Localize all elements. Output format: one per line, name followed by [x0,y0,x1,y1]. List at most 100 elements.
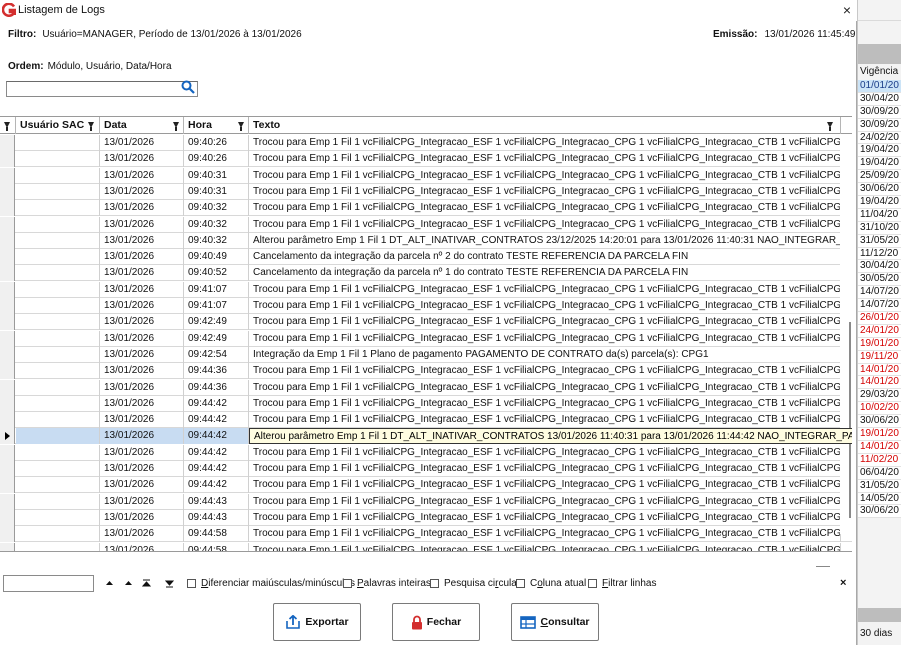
cell-texto[interactable]: Cancelamento da integração da parcela nº… [249,265,841,282]
cell-hora[interactable]: 09:40:26 [184,151,249,168]
cell-usuario[interactable] [16,346,100,363]
cell-data[interactable]: 13/01/2026 [100,151,184,168]
cell-data[interactable]: 13/01/2026 [100,526,184,543]
table-row[interactable]: 13/01/2026 09:44:42 Alterou parâmetro Emp … [0,428,852,445]
row-indicator[interactable] [0,216,15,233]
consult-button[interactable]: Consultar [511,603,599,641]
find-last-icon[interactable] [165,577,174,589]
cell-data[interactable]: 13/01/2026 [100,412,184,429]
cell-usuario[interactable] [16,216,100,233]
column-header-texto[interactable]: Texto [249,117,841,134]
table-row[interactable]: 13/01/2026 09:40:31 Trocou para Emp 1 Fil … [0,167,852,184]
whole-words-label[interactable]: Palavras inteiras [357,578,431,589]
cell-usuario[interactable] [16,151,100,168]
funnel-icon[interactable] [88,122,94,131]
cell-data[interactable]: 13/01/2026 [100,135,184,151]
cell-hora[interactable]: 09:44:43 [184,493,249,510]
cell-usuario[interactable] [16,167,100,184]
cell-hora[interactable]: 09:44:42 [184,477,249,494]
cell-hora[interactable]: 09:44:42 [184,412,249,429]
row-indicator[interactable] [0,298,15,314]
cell-usuario[interactable] [16,183,100,200]
case-sensitive-label[interactable]: Diferenciar maiúsculas/minúsculas [201,578,355,589]
cell-data[interactable]: 13/01/2026 [100,265,184,282]
cell-hora[interactable]: 09:42:49 [184,330,249,347]
row-indicator[interactable] [0,314,15,331]
cell-usuario[interactable] [16,363,100,380]
cell-usuario[interactable] [16,249,100,266]
table-row[interactable]: 13/01/2026 09:44:42 Trocou para Emp 1 Fil … [0,412,852,429]
row-indicator[interactable] [0,477,15,494]
funnel-icon[interactable] [173,122,179,131]
cell-data[interactable]: 13/01/2026 [100,509,184,526]
cell-hora[interactable]: 09:40:32 [184,200,249,217]
cell-usuario[interactable] [16,298,100,314]
cell-texto[interactable]: Integração da Emp 1 Fil 1 Plano de pagam… [249,346,841,363]
cell-hora[interactable]: 09:41:07 [184,298,249,314]
cell-hora[interactable]: 09:40:31 [184,167,249,184]
cell-data[interactable]: 13/01/2026 [100,330,184,347]
row-indicator[interactable] [0,493,15,510]
funnel-icon[interactable] [4,122,10,131]
table-row[interactable]: 13/01/2026 09:44:36 Trocou para Emp 1 Fil … [0,379,852,396]
cell-hora[interactable]: 09:44:42 [184,428,249,445]
indicator-header[interactable] [0,117,16,134]
cell-usuario[interactable] [16,509,100,526]
cell-hora[interactable]: 09:44:42 [184,444,249,461]
cell-hora[interactable]: 09:40:32 [184,216,249,233]
cell-usuario[interactable] [16,461,100,477]
row-indicator[interactable] [0,183,15,200]
close-button[interactable]: Fechar [392,603,480,641]
table-row[interactable]: 13/01/2026 09:41:07 Trocou para Emp 1 Fil … [0,298,852,314]
row-indicator[interactable] [0,526,15,543]
cell-usuario[interactable] [16,200,100,217]
cell-data[interactable]: 13/01/2026 [100,363,184,380]
circular-search-checkbox[interactable] [430,579,439,588]
cell-usuario[interactable] [16,412,100,429]
cell-data[interactable]: 13/01/2026 [100,542,184,551]
table-row[interactable]: 13/01/2026 09:42:49 Trocou para Emp 1 Fil … [0,314,852,331]
row-indicator[interactable] [0,330,15,347]
row-indicator[interactable] [0,232,15,249]
cell-texto[interactable]: Trocou para Emp 1 Fil 1 vcFilialCPG_Inte… [249,298,841,314]
cell-texto[interactable]: Trocou para Emp 1 Fil 1 vcFilialCPG_Inte… [249,314,841,331]
cell-hora[interactable]: 09:41:07 [184,281,249,298]
cell-data[interactable]: 13/01/2026 [100,379,184,396]
cell-hora[interactable]: 09:44:42 [184,395,249,412]
cell-hora[interactable]: 09:40:32 [184,232,249,249]
table-row[interactable]: 13/01/2026 09:44:58 Trocou para Emp 1 Fil … [0,542,852,551]
table-row[interactable]: 13/01/2026 09:40:49 Cancelamento da integr… [0,249,852,266]
table-row[interactable]: 13/01/2026 09:40:32 Alterou parâmetro Emp … [0,232,852,249]
find-input[interactable] [3,575,94,592]
table-row[interactable]: 13/01/2026 09:42:54 Integração da Emp 1 Fi… [0,346,852,363]
cell-hora[interactable]: 09:40:26 [184,135,249,151]
funnel-icon[interactable] [238,122,244,131]
row-indicator[interactable] [0,379,15,396]
cell-usuario[interactable] [16,281,100,298]
table-row[interactable]: 13/01/2026 09:40:52 Cancelamento da integr… [0,265,852,282]
cell-data[interactable]: 13/01/2026 [100,232,184,249]
find-previous-icon[interactable] [124,577,133,589]
cell-texto[interactable]: Alterou parâmetro Emp 1 Fil 1 DT_ALT_INA… [249,428,852,445]
table-row[interactable]: 13/01/2026 09:40:26 Trocou para Emp 1 Fil … [0,151,852,168]
cell-data[interactable]: 13/01/2026 [100,298,184,314]
cell-usuario[interactable] [16,232,100,249]
find-first-icon[interactable] [105,577,114,589]
cell-data[interactable]: 13/01/2026 [100,167,184,184]
search-input[interactable] [6,81,198,97]
current-column-checkbox[interactable] [516,579,525,588]
cell-data[interactable]: 13/01/2026 [100,444,184,461]
cell-data[interactable]: 13/01/2026 [100,249,184,266]
cell-data[interactable]: 13/01/2026 [100,346,184,363]
cell-texto[interactable]: Trocou para Emp 1 Fil 1 vcFilialCPG_Inte… [249,281,841,298]
cell-texto[interactable]: Trocou para Emp 1 Fil 1 vcFilialCPG_Inte… [249,542,841,551]
row-indicator[interactable] [0,428,15,445]
row-indicator[interactable] [0,395,15,412]
circular-search-label[interactable]: Pesquisa circular [444,578,520,589]
find-close-icon[interactable]: × [840,577,846,589]
table-row[interactable]: 13/01/2026 09:44:36 Trocou para Emp 1 Fil … [0,363,852,380]
cell-texto[interactable]: Trocou para Emp 1 Fil 1 vcFilialCPG_Inte… [249,412,841,429]
cell-usuario[interactable] [16,477,100,494]
row-indicator[interactable] [0,167,15,184]
cell-usuario[interactable] [16,314,100,331]
